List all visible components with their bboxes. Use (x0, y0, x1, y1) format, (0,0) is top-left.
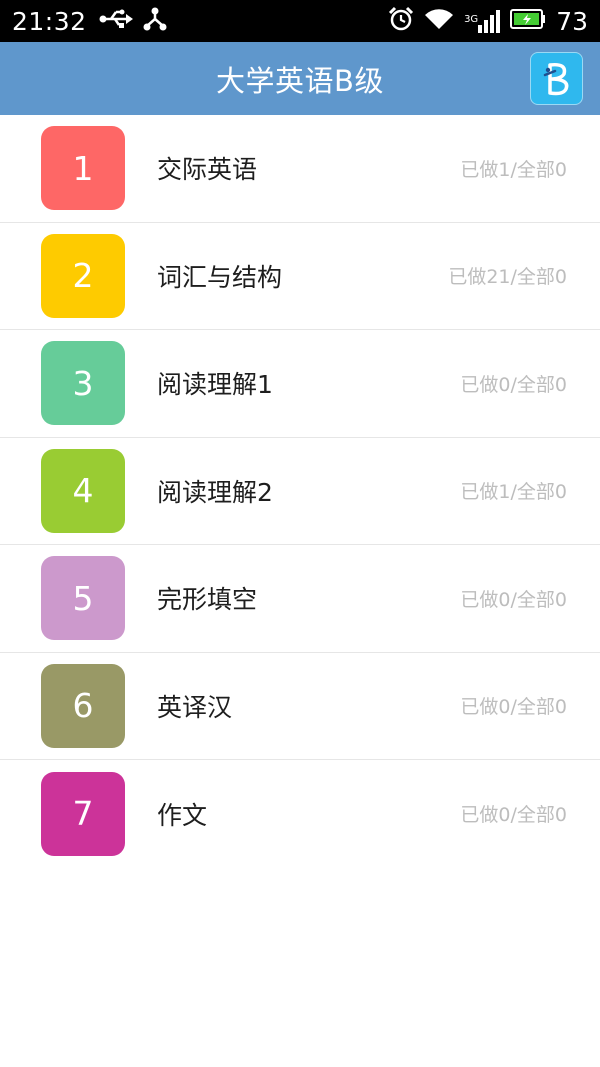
item-progress: 已做0/全部0 (460, 696, 567, 719)
status-time: 21:32 (12, 6, 87, 36)
item-name: 词汇与结构 (157, 262, 283, 292)
status-bar: 21:32 3G 73 (0, 0, 600, 42)
alarm-icon (388, 6, 414, 36)
app-logo-icon[interactable] (530, 52, 583, 105)
item-progress: 已做21/全部0 (448, 266, 567, 289)
network-type-label: 3G (464, 14, 479, 25)
item-name: 英译汉 (157, 692, 233, 722)
list-item[interactable]: 1 交际英语 已做1/全部0 (0, 115, 600, 223)
item-progress: 已做0/全部0 (460, 373, 567, 396)
item-progress: 已做1/全部0 (460, 481, 567, 504)
list-item[interactable]: 7 作文 已做0/全部0 (0, 760, 600, 868)
battery-icon (510, 9, 546, 33)
list-item[interactable]: 5 完形填空 已做0/全部0 (0, 545, 600, 653)
usb-icon (99, 9, 133, 33)
number-badge: 1 (41, 126, 125, 211)
signal-icon: 3G (464, 9, 501, 33)
item-name: 阅读理解2 (157, 477, 273, 507)
page-title: 大学英语B级 (216, 63, 384, 98)
item-progress: 已做0/全部0 (460, 804, 567, 827)
number-badge: 7 (41, 771, 125, 856)
category-list: 1 交际英语 已做1/全部0 2 词汇与结构 已做21/全部0 3 阅读理解1 … (0, 115, 600, 868)
item-name: 作文 (157, 800, 208, 830)
list-item[interactable]: 3 阅读理解1 已做0/全部0 (0, 330, 600, 438)
list-item[interactable]: 2 词汇与结构 已做21/全部0 (0, 223, 600, 330)
item-name: 完形填空 (157, 585, 258, 615)
list-item[interactable]: 6 英译汉 已做0/全部0 (0, 653, 600, 760)
share-icon (143, 7, 167, 35)
item-name: 交际英语 (157, 155, 258, 185)
list-item[interactable]: 4 阅读理解2 已做1/全部0 (0, 438, 600, 545)
app-header: 大学英语B级 (0, 42, 600, 115)
number-badge: 2 (41, 233, 125, 318)
wifi-icon (424, 7, 454, 35)
number-badge: 5 (41, 556, 125, 641)
number-badge: 6 (41, 663, 125, 748)
battery-level: 73 (556, 6, 588, 36)
number-badge: 4 (41, 448, 125, 533)
item-progress: 已做1/全部0 (460, 158, 567, 181)
item-progress: 已做0/全部0 (460, 588, 567, 611)
number-badge: 3 (41, 341, 125, 426)
item-name: 阅读理解1 (157, 370, 273, 400)
